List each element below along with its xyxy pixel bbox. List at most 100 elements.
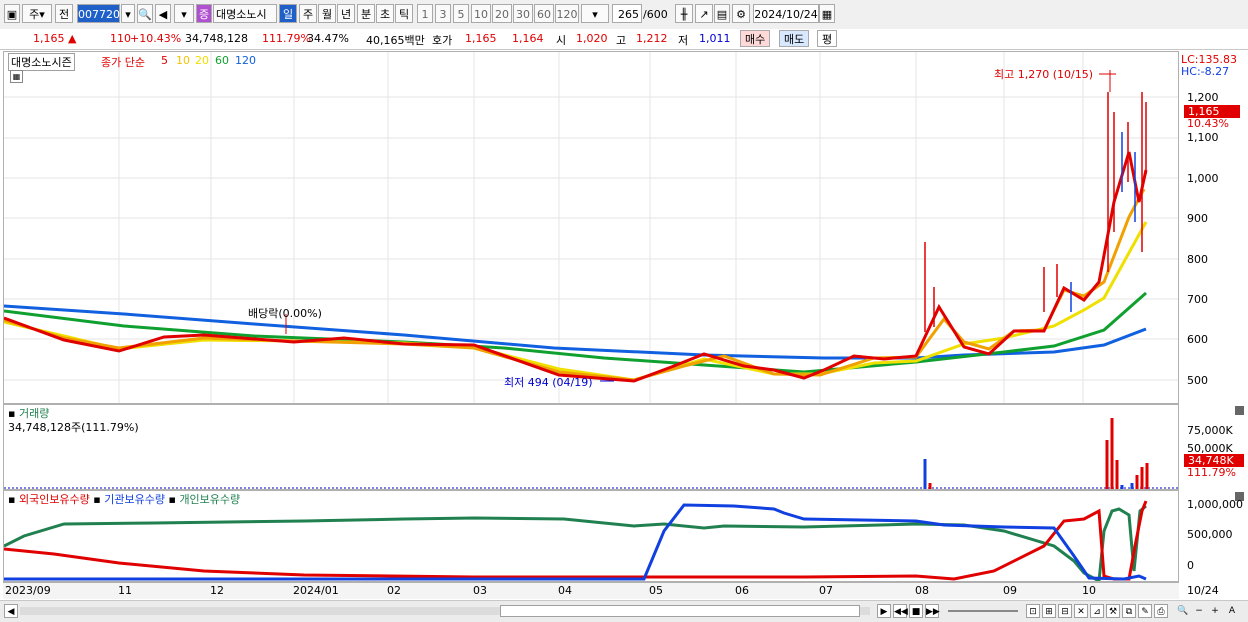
stock-badge: 증: [196, 4, 212, 23]
interval-60[interactable]: 60: [534, 4, 554, 23]
volume-value: 34,748,128주(111.79%): [8, 421, 139, 434]
quote-price: 1,165 ▲: [33, 32, 77, 45]
high-annotation: 최고 1,270 (10/15): [994, 68, 1094, 81]
stock-name[interactable]: 대명소노시: [213, 4, 277, 23]
buy-button[interactable]: 매수: [740, 30, 771, 47]
scroll-thumb[interactable]: [500, 605, 860, 617]
period-select[interactable]: 주▾: [22, 4, 52, 23]
close-icon[interactable]: [1235, 406, 1244, 415]
zoom-in-icon[interactable]: +: [1208, 604, 1222, 618]
hold-ytick: 0: [1187, 559, 1194, 572]
legend-ma5: 5: [161, 54, 168, 67]
measure-icon[interactable]: ⊿: [1090, 604, 1104, 618]
quote-amount: 40,165백만: [366, 34, 425, 47]
low-annotation: 최저 494 (04/19): [504, 376, 593, 389]
stock-menu-icon[interactable]: ▾: [174, 4, 194, 23]
zoom-slider[interactable]: [948, 610, 1018, 612]
holdings-axis: 1,000,000 500,000 0: [1179, 490, 1248, 582]
period-minute[interactable]: 분: [357, 4, 375, 23]
ytick: 900: [1187, 212, 1208, 225]
xtick: 02: [387, 584, 401, 597]
layout2-icon[interactable]: ⊞: [1042, 604, 1056, 618]
interval-20[interactable]: 20: [492, 4, 512, 23]
period-day[interactable]: 일: [279, 4, 297, 23]
table-icon[interactable]: ▦: [10, 70, 23, 83]
date-input[interactable]: 2024/10/24: [753, 4, 819, 23]
prev-button[interactable]: 전: [55, 4, 73, 23]
legend-ma60: 60: [215, 54, 229, 67]
ma5-line: [4, 151, 1148, 383]
quote-open: 1,020: [576, 32, 608, 45]
foreign-line: [4, 500, 1148, 581]
period-week[interactable]: 주: [299, 4, 317, 23]
quote-open-label: 시: [556, 34, 567, 47]
xtick: 10: [1082, 584, 1096, 597]
interval-3[interactable]: 3: [435, 4, 451, 23]
legend-individual: 개인보유수량: [179, 493, 241, 506]
volume-tag2: 111.79%: [1187, 466, 1236, 479]
rate-tag: 10.43%: [1187, 117, 1229, 130]
period-year[interactable]: 년: [337, 4, 355, 23]
eval-button[interactable]: 평: [817, 30, 838, 47]
magnifier-icon[interactable]: 🔍: [1176, 604, 1190, 618]
tool-icon[interactable]: ⚒: [1106, 604, 1120, 618]
scroll-right-icon[interactable]: ▶: [877, 604, 891, 618]
edit-icon[interactable]: ✎: [1138, 604, 1152, 618]
ytick: 500: [1187, 374, 1208, 387]
count-input[interactable]: 265: [612, 4, 642, 23]
period-tick[interactable]: 틱: [395, 4, 413, 23]
stop-icon[interactable]: ■: [909, 604, 923, 618]
interval-5[interactable]: 5: [453, 4, 469, 23]
interval-120[interactable]: 120: [555, 4, 579, 23]
legend-ma10: 10: [176, 54, 190, 67]
calendar-icon[interactable]: ▦: [819, 4, 835, 23]
volume-pane[interactable]: ▪ 거래량 34,748,128주(111.79%): [3, 404, 1179, 490]
draw-icon[interactable]: ↗: [695, 4, 713, 23]
speaker-icon[interactable]: ◀: [155, 4, 171, 23]
quote-volume: 34,748,128: [185, 32, 248, 45]
interval-10[interactable]: 10: [471, 4, 491, 23]
ytick: 1,200: [1187, 91, 1219, 104]
interval-1[interactable]: 1: [417, 4, 433, 23]
layout3-icon[interactable]: ⊟: [1058, 604, 1072, 618]
cross-icon[interactable]: ✕: [1074, 604, 1088, 618]
interval-30[interactable]: 30: [513, 4, 533, 23]
interval-dropdown[interactable]: ▾: [581, 4, 609, 23]
quote-ask: 1,165: [465, 32, 497, 45]
font-size-icon[interactable]: A: [1225, 604, 1239, 618]
copy-icon[interactable]: ⧉: [1122, 604, 1136, 618]
xtick: 05: [649, 584, 663, 597]
period-month[interactable]: 월: [318, 4, 336, 23]
scroll-left-icon[interactable]: ◀: [4, 604, 18, 618]
holdings-pane[interactable]: ▪ 외국인보유수량 ▪ 기관보유수량 ▪ 개인보유수량: [3, 490, 1179, 582]
candle-icon[interactable]: ╫: [675, 4, 693, 23]
xtick: 2023/09: [5, 584, 51, 597]
period-select-value: 주: [29, 8, 40, 21]
xtick: 04: [558, 584, 572, 597]
quote-high: 1,212: [636, 32, 668, 45]
quote-low: 1,011: [699, 32, 731, 45]
quote-bid: 1,164: [512, 32, 544, 45]
price-axis: LC:135.83 HC:-8.27 1,200 1,165 10.43% 1,…: [1179, 51, 1248, 404]
bottom-scrollbar[interactable]: ◀ ▶ ◀◀ ■ ▶▶ ⊡ ⊞ ⊟ ✕ ⊿ ⚒ ⧉ ✎ ⎙ 🔍 − + A: [0, 600, 1248, 622]
sell-button[interactable]: 매도: [779, 30, 810, 47]
stock-legend-name[interactable]: 대명소노시즌: [8, 53, 75, 71]
window-menu-icon[interactable]: ▣: [4, 4, 20, 23]
forward-icon[interactable]: ▶▶: [925, 604, 940, 618]
print-icon[interactable]: ⎙: [1154, 604, 1168, 618]
price-chart: [4, 52, 1178, 403]
price-pane[interactable]: 대명소노시즌 종가 단순 5 10 20 60 120 ▦ 최고 1,270 (…: [3, 51, 1179, 404]
rewind-icon[interactable]: ◀◀: [893, 604, 908, 618]
ma60-line: [4, 291, 1147, 374]
legend-ma20: 20: [195, 54, 209, 67]
zoom-out-icon[interactable]: −: [1192, 604, 1206, 618]
stock-code-input[interactable]: 007720: [77, 4, 120, 23]
xtick: 12: [210, 584, 224, 597]
save-icon[interactable]: ▤: [714, 4, 730, 23]
gear-icon[interactable]: ⚙: [732, 4, 750, 23]
layout-icon[interactable]: ⊡: [1026, 604, 1040, 618]
code-dropdown-icon[interactable]: ▾: [121, 4, 135, 23]
period-second[interactable]: 초: [376, 4, 394, 23]
search-icon[interactable]: 🔍: [137, 4, 153, 23]
vol-ytick: 75,000K: [1187, 424, 1233, 437]
